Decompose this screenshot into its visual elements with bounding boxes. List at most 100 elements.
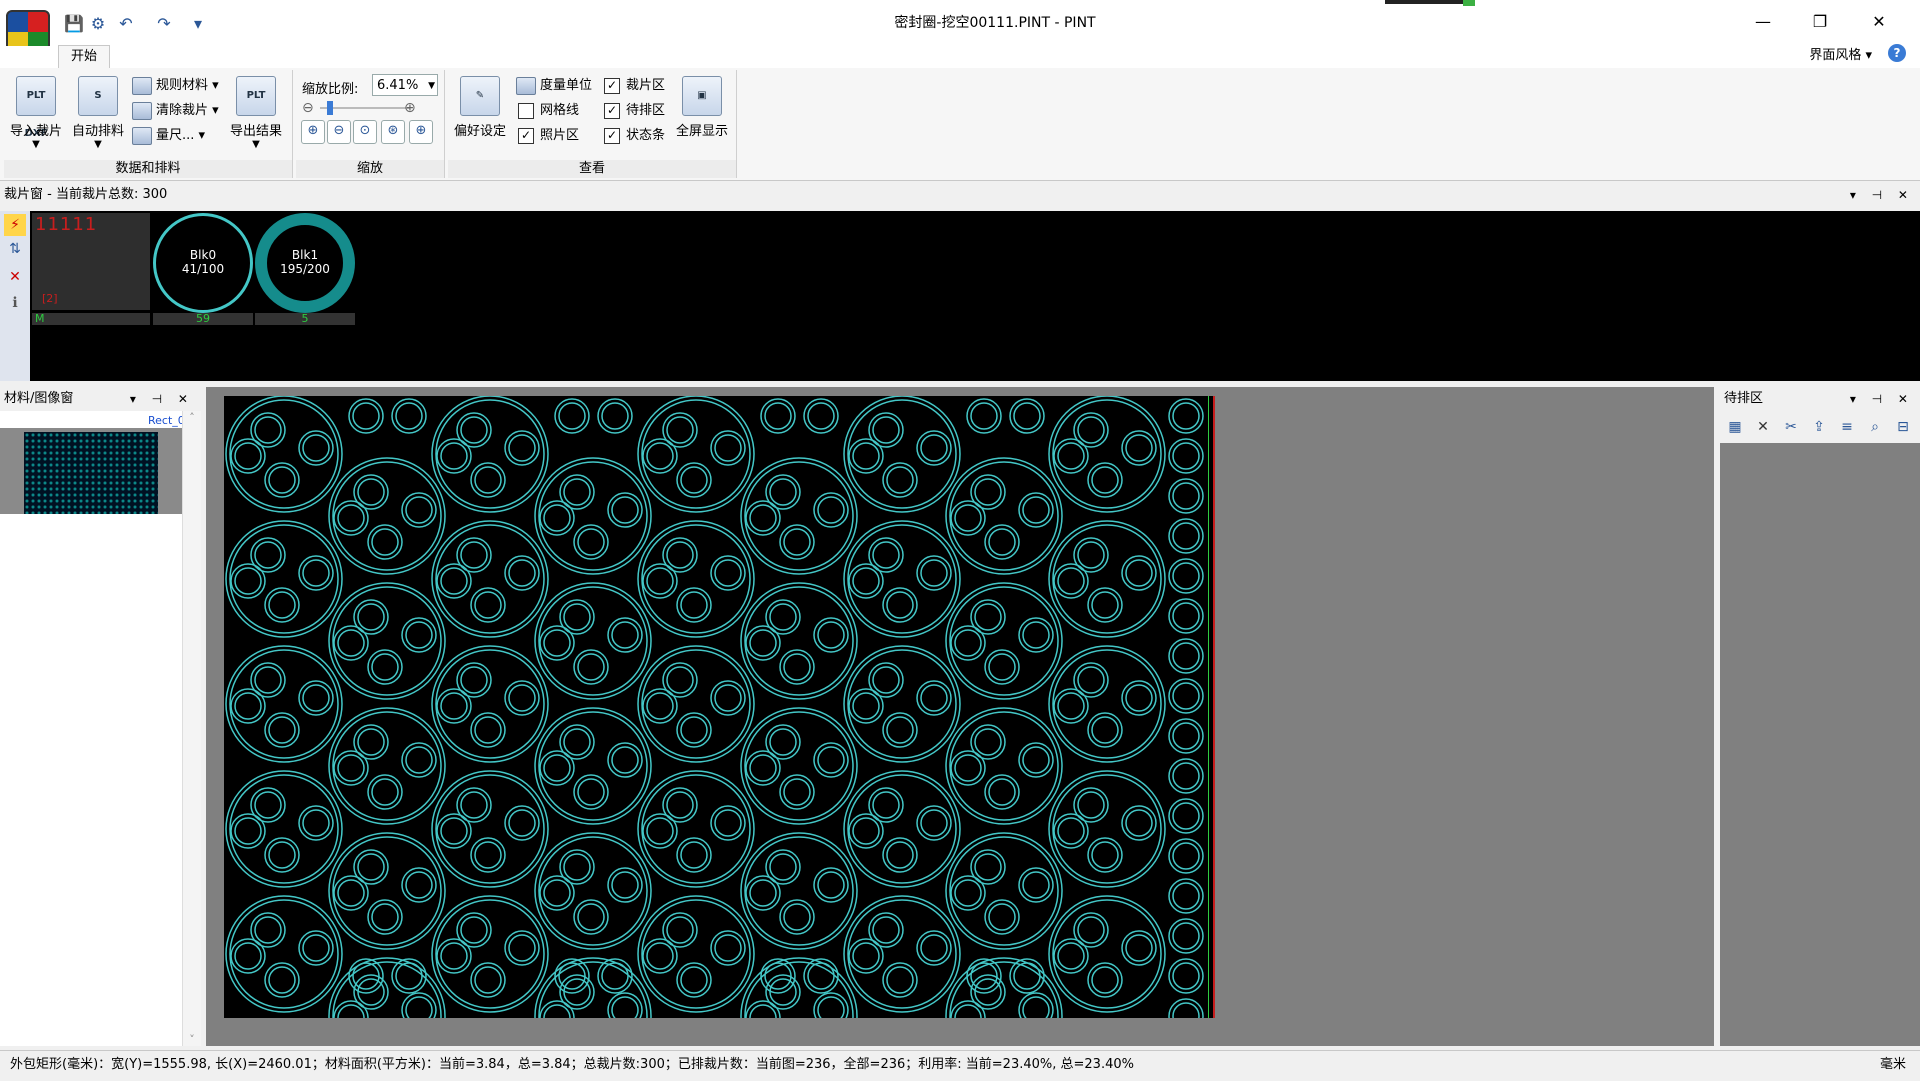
export-results-button[interactable]: PLT 导出结果 ▼	[228, 76, 284, 150]
seal-hole	[988, 903, 1016, 931]
scroll-down-icon[interactable]: ˅	[183, 1033, 201, 1046]
status-bar-checkbox[interactable]: ✓ 状态条	[604, 126, 665, 146]
seal-hole	[573, 899, 609, 935]
zoom-all-icon[interactable]: ⊙	[353, 120, 377, 144]
seal-hole	[234, 567, 262, 595]
material-scrollbar[interactable]: ˄ ˅	[182, 411, 201, 1046]
photo-area-check-box[interactable]: ✓	[518, 127, 534, 144]
seal-hole	[298, 680, 334, 716]
zoom-previous-icon[interactable]: ⊖	[327, 120, 351, 144]
seal-hole	[769, 853, 797, 881]
seal-ring-outer	[847, 649, 957, 759]
piece-area-checkbox[interactable]: ✓ 裁片区	[604, 76, 665, 96]
clear-pieces-button[interactable]: 清除裁片 ▾	[132, 101, 219, 121]
seal-hole	[1053, 688, 1089, 724]
material-sheet[interactable]	[224, 396, 1214, 1018]
seal-hole	[1057, 942, 1085, 970]
units-button[interactable]: 度量单位	[516, 76, 592, 96]
align-icon[interactable]: ≡	[1836, 416, 1858, 438]
panel-controls[interactable]: ▾ ⊣ ✕	[1850, 387, 1914, 411]
measure-button[interactable]: 量尺... ▾	[132, 126, 205, 146]
seal-hole	[882, 962, 918, 998]
grid-checkbox[interactable]: 网格线	[518, 101, 579, 121]
seal-hole	[357, 478, 385, 506]
panel-controls[interactable]: ▾ ⊣ ✕	[1850, 183, 1914, 207]
piece-tile-blk0[interactable]: Blk0 41/100	[153, 213, 253, 313]
material-thumbnail[interactable]	[24, 432, 158, 514]
panel-controls[interactable]: ▾ ⊣ ✕	[130, 387, 194, 411]
piece-area-check-box[interactable]: ✓	[604, 77, 620, 94]
zoom-fit-icon[interactable]: ⊛	[381, 120, 405, 144]
seal-hole	[1125, 934, 1153, 962]
small-ring	[1172, 882, 1200, 910]
zoom-in-icon[interactable]: ⊕	[404, 100, 416, 116]
seal-hole	[1091, 716, 1119, 744]
minimize-button[interactable]: —	[1740, 8, 1786, 36]
zoom-slider-track[interactable]	[320, 107, 410, 109]
seal-hole	[543, 1004, 571, 1018]
import-pieces-button[interactable]: PLT DXF 导入裁片 ▼	[8, 76, 64, 150]
tab-start[interactable]: 开始	[58, 45, 110, 68]
seal-hole	[302, 559, 330, 587]
rule-material-button[interactable]: 规则材料 ▾	[132, 76, 219, 96]
delete-icon[interactable]: ✕	[1752, 416, 1774, 438]
small-ring	[1168, 638, 1204, 674]
seal-hole	[749, 629, 777, 657]
zoom-out-icon[interactable]: ⊖	[302, 100, 314, 116]
sheet-edge-marker-red	[1213, 396, 1215, 1018]
seal-hole	[920, 809, 948, 837]
small-ring	[1172, 522, 1200, 550]
seal-hole	[852, 692, 880, 720]
grid-check-box[interactable]	[518, 102, 534, 119]
seal-hole	[848, 813, 884, 849]
info-icon[interactable]: ℹ	[4, 292, 26, 314]
pending-area-check-box[interactable]: ✓	[604, 102, 620, 119]
seal-hole	[954, 504, 982, 532]
cut-icon[interactable]: ✂	[1780, 416, 1802, 438]
delete-icon[interactable]: ✕	[4, 266, 26, 288]
seal-hole	[642, 938, 678, 974]
seal-ring-outer	[538, 711, 648, 821]
piece-tile-blk1[interactable]: Blk1 195/200	[255, 213, 355, 313]
restore-button[interactable]: ❐	[1797, 8, 1843, 36]
seal-hole	[268, 966, 296, 994]
seal-ring-outer	[740, 582, 858, 700]
seal-ring-outer	[225, 396, 343, 513]
seal-hole	[460, 541, 488, 569]
scroll-up-icon[interactable]: ˄	[183, 411, 201, 424]
seal-ring-outer	[740, 832, 858, 950]
seal-hole	[337, 629, 365, 657]
export-icon[interactable]: ⇪	[1808, 416, 1830, 438]
help-icon[interactable]: ?	[1888, 44, 1906, 62]
zoom-center-icon[interactable]: ⊕	[409, 120, 433, 144]
seal-ring-outer	[945, 457, 1063, 575]
small-ring	[1168, 798, 1204, 834]
window-title: 密封圈-挖空00111.PINT - PINT	[894, 15, 1096, 31]
close-button[interactable]: ✕	[1856, 8, 1902, 36]
auto-nest-button[interactable]: S 自动排料 ▼	[70, 76, 126, 150]
piece-area-label: 裁片区	[626, 78, 666, 93]
lightning-icon[interactable]: ⚡	[4, 214, 26, 236]
zoom-ratio-select[interactable]: 6.41% ▼	[372, 74, 438, 96]
layout-icon[interactable]: ⊟	[1892, 416, 1914, 438]
zoom-slider-thumb[interactable]	[327, 101, 333, 115]
zoom-window-icon[interactable]: ⊕	[301, 120, 325, 144]
seal-hole	[872, 916, 900, 944]
fullscreen-button[interactable]: ▣ 全屏显示	[674, 76, 730, 139]
seal-hole	[1087, 462, 1123, 498]
small-ring	[601, 402, 629, 430]
seal-hole	[745, 500, 781, 536]
piece-ratio: 41/100	[181, 262, 225, 276]
photo-area-checkbox[interactable]: ✓ 照片区	[518, 126, 579, 146]
add-pieces-icon[interactable]: ▦	[1724, 416, 1746, 438]
small-ring	[1172, 562, 1200, 590]
seal-hole	[1077, 416, 1105, 444]
preferences-button[interactable]: ✎ 偏好设定	[452, 76, 508, 139]
status-bar-check-box[interactable]: ✓	[604, 127, 620, 144]
sort-icon[interactable]: ⇅	[4, 238, 26, 260]
ui-style-menu[interactable]: 界面风格 ▾	[1809, 44, 1872, 63]
zoom-icon[interactable]: ⌕	[1864, 416, 1886, 438]
pending-area-checkbox[interactable]: ✓ 待排区	[604, 101, 665, 121]
seal-hole	[470, 962, 506, 998]
seal-hole	[611, 871, 639, 899]
